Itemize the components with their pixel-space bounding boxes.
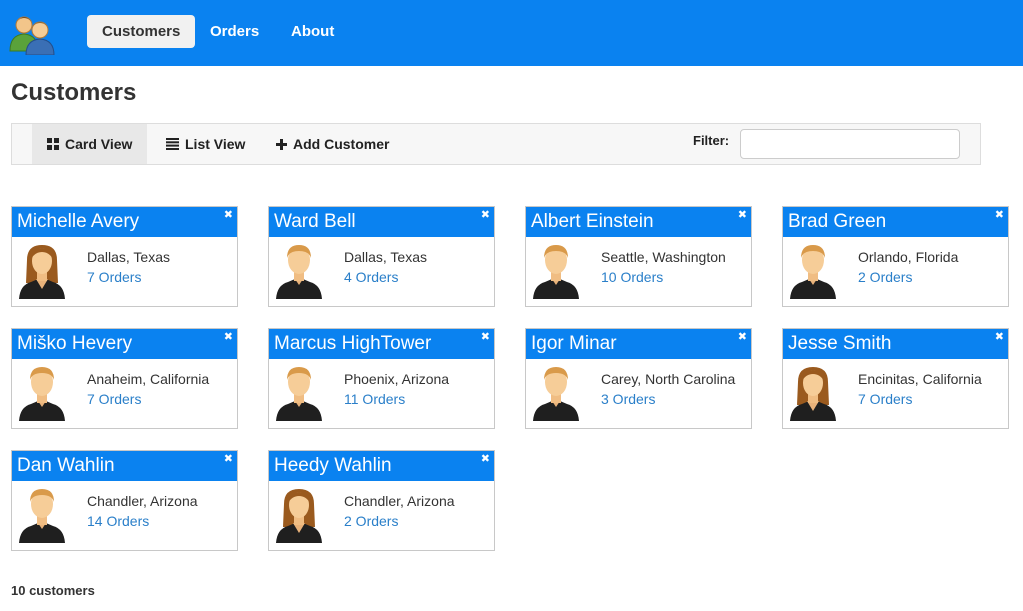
list-view-button[interactable]: List View bbox=[151, 124, 260, 164]
female-avatar-icon bbox=[788, 365, 838, 421]
customer-orders-link[interactable]: 7 Orders bbox=[87, 391, 141, 407]
customer-name[interactable]: Igor Minar bbox=[531, 333, 617, 355]
card-header: Miško Hevery ✖ bbox=[12, 329, 237, 359]
customer-location: Seattle, Washington bbox=[601, 249, 726, 265]
customer-name[interactable]: Miško Hevery bbox=[17, 333, 132, 355]
nav-orders[interactable]: Orders bbox=[195, 15, 274, 48]
add-customer-label: Add Customer bbox=[293, 136, 390, 152]
customer-name[interactable]: Dan Wahlin bbox=[17, 455, 115, 477]
nav-customers[interactable]: Customers bbox=[87, 15, 196, 48]
page-title: Customers bbox=[11, 79, 137, 106]
customer-card: Dan Wahlin ✖ Chandler, Arizona 14 Orders bbox=[11, 450, 238, 551]
male-avatar-icon bbox=[274, 365, 324, 421]
customer-location: Carey, North Carolina bbox=[601, 371, 736, 387]
customer-name[interactable]: Heedy Wahlin bbox=[274, 455, 392, 477]
customer-card: Igor Minar ✖ Carey, North Carolina 3 Orders bbox=[525, 328, 752, 429]
card-header: Albert Einstein ✖ bbox=[526, 207, 751, 237]
close-icon[interactable]: ✖ bbox=[481, 330, 490, 343]
top-navbar: Customers Orders About bbox=[0, 0, 1023, 66]
close-icon[interactable]: ✖ bbox=[224, 208, 233, 221]
customer-card: Ward Bell ✖ Dallas, Texas 4 Orders bbox=[268, 206, 495, 307]
customer-location: Orlando, Florida bbox=[858, 249, 959, 265]
customer-name[interactable]: Marcus HighTower bbox=[274, 333, 431, 355]
card-header: Brad Green ✖ bbox=[783, 207, 1008, 237]
customer-orders-link[interactable]: 10 Orders bbox=[601, 269, 663, 285]
card-header: Heedy Wahlin ✖ bbox=[269, 451, 494, 481]
close-icon[interactable]: ✖ bbox=[738, 330, 747, 343]
people-icon[interactable] bbox=[8, 13, 58, 55]
card-header: Michelle Avery ✖ bbox=[12, 207, 237, 237]
list-view-label: List View bbox=[185, 136, 246, 152]
customer-name[interactable]: Ward Bell bbox=[274, 211, 356, 233]
add-customer-button[interactable]: Add Customer bbox=[261, 124, 404, 164]
card-header: Jesse Smith ✖ bbox=[783, 329, 1008, 359]
customer-card: Marcus HighTower ✖ Phoenix, Arizona 11 Orde… bbox=[268, 328, 495, 429]
male-avatar-icon bbox=[788, 243, 838, 299]
view-toolbar: Card View List View Add Customer Filter: bbox=[11, 123, 981, 165]
grid-icon bbox=[47, 138, 59, 151]
close-icon[interactable]: ✖ bbox=[738, 208, 747, 221]
customer-orders-link[interactable]: 11 Orders bbox=[344, 391, 405, 407]
card-view-button[interactable]: Card View bbox=[32, 124, 148, 164]
customer-card: Jesse Smith ✖ Encinitas, California 7 Order… bbox=[782, 328, 1009, 429]
customer-orders-link[interactable]: 3 Orders bbox=[601, 391, 655, 407]
close-icon[interactable]: ✖ bbox=[224, 452, 233, 465]
customer-card: Michelle Avery ✖ Dallas, Texas 7 Orders bbox=[11, 206, 238, 307]
nav-about[interactable]: About bbox=[276, 15, 349, 48]
customer-name[interactable]: Brad Green bbox=[788, 211, 886, 233]
female-avatar-icon bbox=[17, 243, 67, 299]
customer-card: Brad Green ✖ Orlando, Florida 2 Orders bbox=[782, 206, 1009, 307]
customer-name[interactable]: Michelle Avery bbox=[17, 211, 139, 233]
customer-location: Dallas, Texas bbox=[87, 249, 171, 265]
customer-orders-link[interactable]: 2 Orders bbox=[858, 269, 912, 285]
customer-count: 10 customers bbox=[11, 583, 95, 598]
close-icon[interactable]: ✖ bbox=[481, 208, 490, 221]
close-icon[interactable]: ✖ bbox=[481, 452, 490, 465]
card-header: Ward Bell ✖ bbox=[269, 207, 494, 237]
customer-location: Chandler, Arizona bbox=[87, 493, 198, 509]
list-icon bbox=[166, 138, 179, 151]
female-avatar-icon bbox=[274, 487, 324, 543]
customer-location: Phoenix, Arizona bbox=[344, 371, 450, 387]
customer-location: Chandler, Arizona bbox=[344, 493, 455, 509]
close-icon[interactable]: ✖ bbox=[995, 208, 1004, 221]
filter-label: Filter: bbox=[693, 133, 730, 148]
customer-orders-link[interactable]: 14 Orders bbox=[87, 513, 149, 529]
male-avatar-icon bbox=[531, 365, 581, 421]
close-icon[interactable]: ✖ bbox=[995, 330, 1004, 343]
customer-card: Miško Hevery ✖ Anaheim, California 7 Orders bbox=[11, 328, 238, 429]
customer-location: Anaheim, California bbox=[87, 371, 210, 387]
customer-card: Heedy Wahlin ✖ Chandler, Arizona 2 Orders bbox=[268, 450, 495, 551]
customer-name[interactable]: Albert Einstein bbox=[531, 211, 654, 233]
filter-input[interactable] bbox=[740, 129, 960, 159]
customer-location: Dallas, Texas bbox=[344, 249, 428, 265]
card-header: Dan Wahlin ✖ bbox=[12, 451, 237, 481]
plus-icon bbox=[276, 138, 287, 150]
male-avatar-icon bbox=[17, 487, 67, 543]
customer-orders-link[interactable]: 2 Orders bbox=[344, 513, 398, 529]
customer-name[interactable]: Jesse Smith bbox=[788, 333, 891, 355]
customer-orders-link[interactable]: 7 Orders bbox=[87, 269, 141, 285]
male-avatar-icon bbox=[274, 243, 324, 299]
customer-location: Encinitas, California bbox=[858, 371, 982, 387]
customer-orders-link[interactable]: 4 Orders bbox=[344, 269, 398, 285]
card-header: Marcus HighTower ✖ bbox=[269, 329, 494, 359]
card-header: Igor Minar ✖ bbox=[526, 329, 751, 359]
customer-orders-link[interactable]: 7 Orders bbox=[858, 391, 912, 407]
customer-card: Albert Einstein ✖ Seattle, Washington 10 Or… bbox=[525, 206, 752, 307]
card-view-label: Card View bbox=[65, 136, 133, 152]
close-icon[interactable]: ✖ bbox=[224, 330, 233, 343]
male-avatar-icon bbox=[531, 243, 581, 299]
male-avatar-icon bbox=[17, 365, 67, 421]
